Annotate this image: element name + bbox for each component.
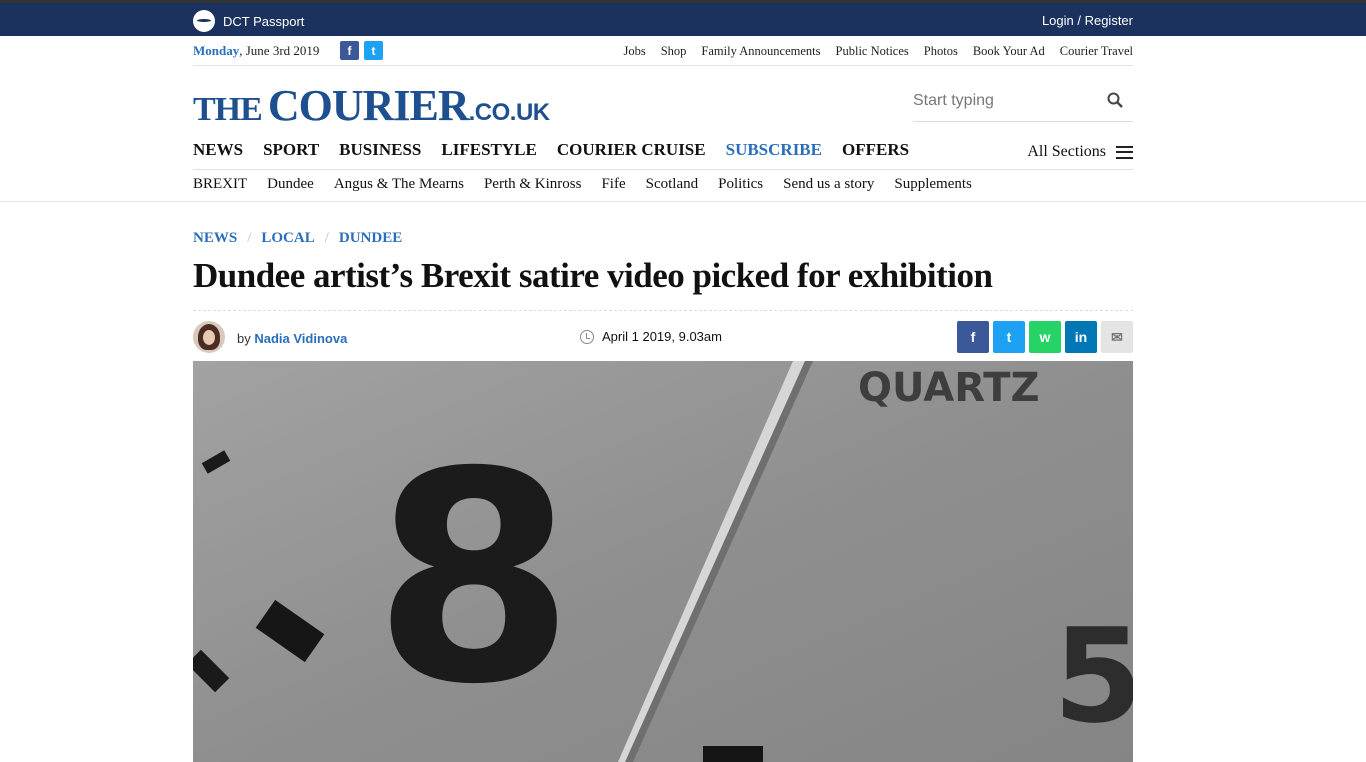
sub-nav-item[interactable]: Fife (601, 176, 625, 193)
hero-clock-picture: 8 QUARTZ 5 (193, 361, 1133, 762)
sub-nav-item[interactable]: Scotland (646, 176, 699, 193)
logo-couk: .CO.UK (468, 99, 551, 126)
utility-link[interactable]: Book Your Ad (973, 44, 1045, 59)
article-headline: Dundee artist’s Brexit satire video pick… (193, 256, 1133, 311)
the-courier-logo[interactable]: THE COURIER .CO.UK (193, 80, 550, 131)
logo-the: THE (193, 91, 263, 128)
utility-links: Jobs Shop Family Announcements Public Notic… (623, 44, 1133, 59)
main-nav: NEWS SPORT BUSINESS LIFESTYLE COURIER CRUISE… (193, 140, 1133, 170)
passport-logo-icon (193, 10, 215, 32)
hero-number-5: 5 (1053, 600, 1133, 752)
breadcrumb-item[interactable]: LOCAL (261, 230, 314, 247)
hero-number-8: 8 (373, 411, 575, 748)
share-whatsapp-button[interactable]: w (1029, 321, 1061, 353)
share-linkedin-button[interactable]: in (1065, 321, 1097, 353)
author-credit: by Nadia Vidinova (237, 331, 347, 346)
share-twitter-button[interactable]: t (993, 321, 1025, 353)
sub-nav-item[interactable]: Supplements (894, 176, 972, 193)
breadcrumb: NEWS / LOCAL / DUNDEE (193, 230, 402, 247)
passport-label: DCT Passport (223, 13, 305, 29)
breadcrumb-separator: / (324, 230, 329, 246)
clock-icon (580, 329, 594, 344)
search-icon[interactable] (1107, 92, 1123, 108)
dct-passport-link[interactable]: DCT Passport (193, 10, 304, 32)
main-nav-item-business[interactable]: BUSINESS (339, 140, 421, 160)
facebook-icon[interactable]: f (340, 41, 359, 60)
sub-nav-item[interactable]: BREXIT (193, 176, 247, 193)
main-nav-item-subscribe[interactable]: SUBSCRIBE (726, 140, 822, 160)
by-label: by (237, 331, 251, 346)
sub-nav: BREXIT Dundee Angus & The Mearns Perth & Ki… (193, 176, 972, 193)
main-nav-item-offers[interactable]: OFFERS (842, 140, 909, 160)
menu-icon (1116, 145, 1133, 159)
publish-time-label: April 1 2019, 9.03am (602, 329, 722, 344)
main-nav-item-news[interactable]: NEWS (193, 140, 243, 160)
article-byline: by Nadia Vidinova April 1 2019, 9.03am f… (193, 321, 1133, 355)
twitter-icon[interactable]: t (364, 41, 383, 60)
login-register-link[interactable]: Login / Register (1042, 13, 1133, 28)
breadcrumb-item[interactable]: NEWS (193, 230, 237, 247)
sub-nav-item[interactable]: Perth & Kinross (484, 176, 582, 193)
share-facebook-button[interactable]: f (957, 321, 989, 353)
hero-brand-text: QUARTZ (858, 365, 1040, 411)
article-hero-image[interactable]: 8 QUARTZ 5 (193, 361, 1133, 762)
sub-nav-item[interactable]: Send us a story (783, 176, 874, 193)
utility-bar: Monday, June 3rd 2019 ft Jobs Shop Family … (193, 36, 1133, 66)
author-name-link[interactable]: Nadia Vidinova (254, 331, 347, 346)
search-box (913, 84, 1133, 122)
utility-link[interactable]: Photos (924, 44, 958, 59)
header-divider (0, 201, 1366, 202)
breadcrumb-separator: / (247, 230, 252, 246)
masthead: THE COURIER .CO.UK (193, 78, 1133, 130)
social-links: ft (340, 41, 383, 60)
date-rest: , June 3rd 2019 (239, 43, 320, 58)
all-sections-button[interactable]: All Sections (1027, 143, 1133, 161)
top-bar: DCT Passport Login / Register (0, 0, 1366, 36)
author-avatar[interactable] (193, 321, 225, 353)
all-sections-label: All Sections (1027, 143, 1106, 160)
sub-nav-item[interactable]: Angus & The Mearns (334, 176, 464, 193)
date-day: Monday (193, 43, 240, 58)
current-date: Monday, June 3rd 2019 (193, 43, 319, 59)
breadcrumb-item[interactable]: DUNDEE (339, 230, 402, 247)
utility-link[interactable]: Public Notices (836, 44, 909, 59)
share-buttons: f t w in ✉ (957, 321, 1133, 353)
utility-link[interactable]: Courier Travel (1060, 44, 1133, 59)
search-input[interactable] (913, 84, 1093, 118)
logo-courier: COURIER (267, 81, 470, 130)
utility-link[interactable]: Shop (661, 44, 687, 59)
share-email-button[interactable]: ✉ (1101, 321, 1133, 353)
main-nav-item-lifestyle[interactable]: LIFESTYLE (441, 140, 536, 160)
utility-link[interactable]: Jobs (623, 44, 645, 59)
main-nav-item-courier-cruise[interactable]: COURIER CRUISE (557, 140, 706, 160)
sub-nav-item[interactable]: Dundee (267, 176, 314, 193)
publish-time: April 1 2019, 9.03am (580, 329, 722, 344)
main-nav-item-sport[interactable]: SPORT (263, 140, 319, 160)
utility-link[interactable]: Family Announcements (701, 44, 820, 59)
main-nav-items: NEWS SPORT BUSINESS LIFESTYLE COURIER CRUISE… (193, 140, 1133, 160)
sub-nav-item[interactable]: Politics (718, 176, 763, 193)
